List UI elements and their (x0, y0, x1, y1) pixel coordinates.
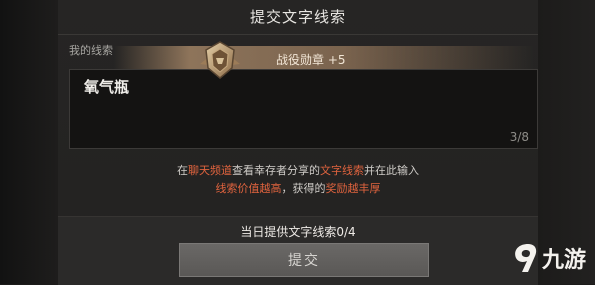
submit-clue-dialog: 提交文字线索 战役勋章 +5 我的线索 氧气瓶 3/8 在聊天频道查看幸存者分享… (58, 0, 538, 285)
daily-count: 0/4 (336, 225, 356, 239)
hint-text: 查看幸存者分享的 (232, 164, 320, 177)
dialog-title: 提交文字线索 (249, 8, 346, 26)
my-clue-label: 我的线索 (69, 44, 113, 57)
hint-highlight-text: 奖励越丰厚 (325, 182, 381, 195)
daily-label: 当日提供文字线索 (240, 225, 337, 239)
hint-line-1: 在聊天频道查看幸存者分享的文字线索并在此输入 (58, 162, 538, 178)
hint-text: 并在此输入 (364, 164, 419, 177)
daily-clue-count: 当日提供文字线索0/4 (58, 223, 538, 240)
clue-value: 氧气瓶 (84, 78, 130, 96)
title-divider (58, 34, 538, 35)
hint-line-2: 线索价值越高，获得的奖励越丰厚 (58, 180, 538, 196)
clue-input[interactable]: 氧气瓶 3/8 (69, 69, 538, 149)
hint-text: ，获得的 (281, 182, 326, 195)
medal-icon (200, 41, 240, 79)
jiuyou-logo-icon (515, 244, 537, 272)
watermark: 九游 (510, 238, 592, 278)
hint-text: 在 (177, 164, 188, 177)
hint-highlight-text: 文字线索 (320, 164, 364, 177)
reward-text: 战役勋章 +5 (276, 53, 346, 67)
clue-counter: 3/8 (509, 130, 529, 144)
watermark-text: 九游 (542, 248, 587, 273)
submit-button[interactable]: 提交 (179, 243, 429, 277)
hint-highlight-text: 聊天频道 (188, 164, 232, 177)
background-left (0, 0, 58, 284)
hint-highlight-text: 线索价值越高 (215, 182, 282, 195)
